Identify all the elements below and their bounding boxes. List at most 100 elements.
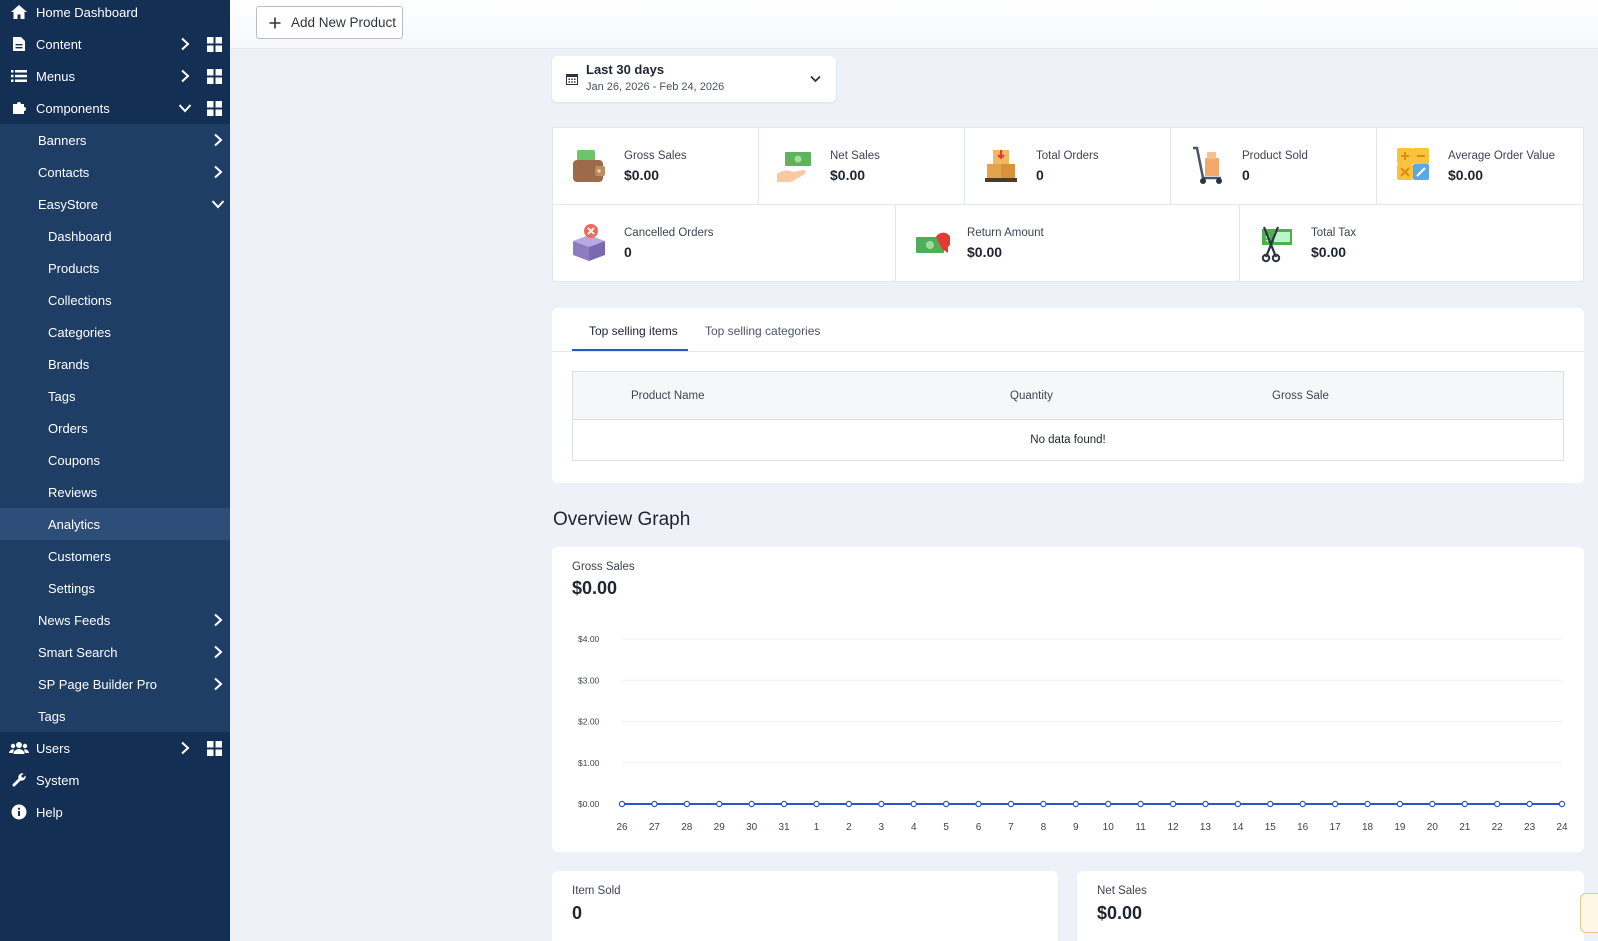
- sidebar-item-contacts[interactable]: Contacts: [0, 156, 230, 188]
- column-header-quantity[interactable]: Quantity: [1010, 390, 1053, 402]
- data-point[interactable]: [651, 800, 658, 808]
- x-tick-label: 8: [1041, 822, 1047, 833]
- dashboard-grid-icon[interactable]: [207, 101, 222, 116]
- metric-label: Average Order Value: [1448, 150, 1555, 162]
- sidebar: Home Dashboard Content Menus Components …: [0, 0, 230, 941]
- data-point[interactable]: [845, 800, 853, 808]
- sidebar-item-categories[interactable]: Categories: [0, 316, 230, 348]
- column-header-product-name[interactable]: Product Name: [631, 390, 705, 402]
- data-point[interactable]: [975, 800, 982, 808]
- x-tick-label: 31: [779, 822, 791, 833]
- metric-card-cancelled-orders: Cancelled Orders 0: [552, 204, 896, 282]
- data-point[interactable]: [618, 800, 626, 808]
- tax-scissors-icon: $: [1261, 226, 1292, 263]
- sidebar-item-coupons[interactable]: Coupons: [0, 444, 230, 476]
- data-point[interactable]: [1331, 800, 1339, 808]
- data-point[interactable]: [1267, 800, 1274, 808]
- metric-label: Cancelled Orders: [624, 227, 714, 239]
- data-point[interactable]: [1202, 800, 1209, 808]
- top-selling-panel: Top selling items Top selling categories…: [552, 308, 1584, 483]
- metric-label: Gross Sales: [624, 150, 687, 162]
- data-point[interactable]: [748, 800, 755, 808]
- sidebar-item-products[interactable]: Products: [0, 252, 230, 284]
- sidebar-item-easystore[interactable]: EasyStore: [0, 188, 230, 220]
- data-point[interactable]: [1169, 800, 1177, 808]
- data-point[interactable]: [813, 800, 820, 808]
- calendar-icon: [566, 74, 578, 85]
- data-point[interactable]: [942, 800, 950, 808]
- metric-card-product-sold: Product Sold 0: [1170, 127, 1377, 205]
- data-point[interactable]: [878, 800, 885, 808]
- tab-top-selling-categories[interactable]: Top selling categories: [705, 324, 820, 338]
- sidebar-item-content[interactable]: Content: [0, 28, 230, 60]
- data-point[interactable]: [780, 800, 788, 808]
- data-point[interactable]: [683, 800, 691, 808]
- data-point[interactable]: [1137, 800, 1144, 808]
- sidebar-item-sp-page-builder-pro[interactable]: SP Page Builder Pro: [0, 668, 230, 700]
- sidebar-item-dashboard[interactable]: Dashboard: [0, 220, 230, 252]
- metric-label: Net Sales: [830, 150, 880, 162]
- sidebar-item-brands[interactable]: Brands: [0, 348, 230, 380]
- data-point[interactable]: [1364, 800, 1371, 808]
- data-point[interactable]: [1105, 800, 1112, 808]
- gross-sales-chart: $0.00$1.00$2.00$3.00$4.0026 27 28 29 30 31 1 2 3…: [578, 634, 1568, 833]
- plus-icon: [269, 17, 281, 28]
- chart-label: Gross Sales: [572, 561, 635, 573]
- chevron-down-icon: [810, 75, 821, 83]
- sidebar-item-components[interactable]: Components: [0, 92, 230, 124]
- sidebar-item-orders[interactable]: Orders: [0, 412, 230, 444]
- sidebar-item-banners[interactable]: Banners: [0, 124, 230, 156]
- feedback-tab[interactable]: [1580, 893, 1598, 933]
- sidebar-item-smart-search[interactable]: Smart Search: [0, 636, 230, 668]
- data-point[interactable]: [1396, 800, 1404, 808]
- chevron-right-icon: [214, 613, 223, 627]
- sidebar-item-tags[interactable]: Tags: [0, 380, 230, 412]
- sidebar-item-customers[interactable]: Customers: [0, 540, 230, 572]
- metric-value: 0: [1036, 167, 1044, 183]
- add-new-product-button[interactable]: Add New Product: [256, 6, 403, 39]
- sidebar-item-label: SP Page Builder Pro: [38, 676, 157, 692]
- sidebar-item-tags-component[interactable]: Tags: [0, 700, 230, 732]
- column-header-gross-sale[interactable]: Gross Sale: [1272, 390, 1329, 402]
- data-point[interactable]: [1299, 800, 1306, 808]
- sidebar-item-users[interactable]: Users: [0, 732, 230, 764]
- dashboard-grid-icon[interactable]: [207, 69, 222, 84]
- data-point[interactable]: [1040, 800, 1047, 808]
- date-range-picker[interactable]: Last 30 days Jan 26, 2026 - Feb 24, 2026: [552, 56, 836, 102]
- sidebar-item-news-feeds[interactable]: News Feeds: [0, 604, 230, 636]
- top-selling-table: Product Name Quantity Gross Sale No data…: [572, 371, 1564, 461]
- data-point[interactable]: [1493, 800, 1501, 808]
- x-tick-label: 7: [1008, 822, 1014, 833]
- data-point[interactable]: [1234, 800, 1242, 808]
- sidebar-item-analytics[interactable]: Analytics: [0, 508, 230, 540]
- data-point[interactable]: [716, 800, 723, 808]
- sidebar-item-label: Users: [36, 740, 70, 756]
- sidebar-item-collections[interactable]: Collections: [0, 284, 230, 316]
- data-point[interactable]: [1072, 800, 1079, 808]
- sidebar-item-settings[interactable]: Settings: [0, 572, 230, 604]
- sidebar-item-system[interactable]: System: [0, 764, 230, 796]
- sidebar-item-label: Content: [36, 36, 82, 52]
- sidebar-item-home-dashboard[interactable]: Home Dashboard: [0, 0, 230, 28]
- x-tick-label: 14: [1232, 822, 1244, 833]
- boxes-icon: [985, 150, 1017, 182]
- data-point[interactable]: [1526, 800, 1533, 808]
- sidebar-item-menus[interactable]: Menus: [0, 60, 230, 92]
- data-point[interactable]: [1007, 800, 1015, 808]
- dashboard-grid-icon[interactable]: [207, 37, 222, 52]
- metric-card-net-sales: Net Sales $0.00: [758, 127, 965, 205]
- toolbar: Add New Product: [230, 0, 1598, 49]
- sidebar-item-label: Orders: [48, 420, 88, 436]
- dashboard-grid-icon[interactable]: [207, 741, 222, 756]
- data-point[interactable]: [1461, 800, 1468, 808]
- sidebar-item-help[interactable]: Help: [0, 796, 230, 828]
- data-point[interactable]: [1429, 800, 1436, 808]
- data-point[interactable]: [1558, 800, 1566, 808]
- tabs-divider: [552, 351, 1584, 352]
- metric-label: Total Tax: [1311, 227, 1357, 239]
- tab-top-selling-items[interactable]: Top selling items: [589, 324, 678, 338]
- sidebar-item-reviews[interactable]: Reviews: [0, 476, 230, 508]
- data-point[interactable]: [910, 800, 917, 808]
- info-icon: [10, 804, 28, 820]
- sidebar-item-label: System: [36, 772, 80, 788]
